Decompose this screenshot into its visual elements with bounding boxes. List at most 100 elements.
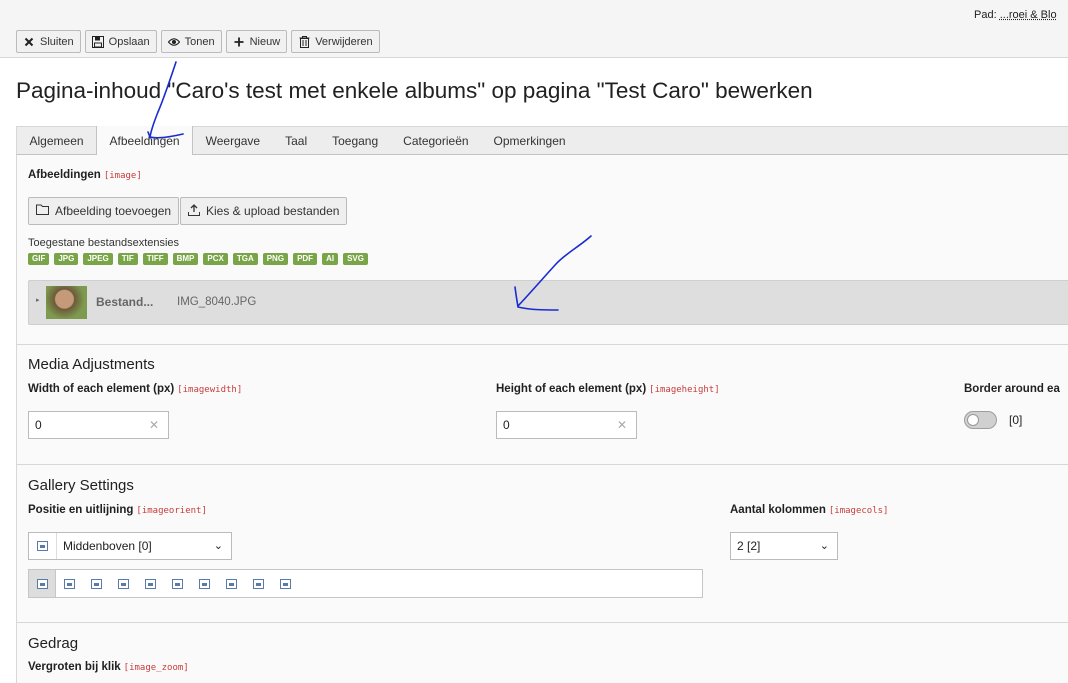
border-toggle-value: [0] xyxy=(1009,413,1023,427)
extension-badge: GIF xyxy=(28,253,50,265)
extension-badge: AI xyxy=(322,253,339,265)
tab-afbeeldingen[interactable]: Afbeeldingen xyxy=(96,126,194,155)
align-option-icon[interactable] xyxy=(164,570,191,597)
position-selected: Middenboven [0] xyxy=(63,539,152,553)
chevron-down-icon: ⌄ xyxy=(213,540,223,552)
tab-toegang[interactable]: Toegang xyxy=(320,127,391,155)
expand-caret-icon[interactable]: ▸ xyxy=(36,296,40,304)
media-adjustments-title: Media Adjustments xyxy=(28,356,155,373)
delete-button[interactable]: Verwijderen xyxy=(291,30,380,53)
folder-icon xyxy=(36,204,49,218)
border-label: Border around ea xyxy=(964,383,1060,395)
new-button-label: Nieuw xyxy=(249,35,281,48)
align-preview-icon xyxy=(29,533,57,559)
extension-badge: TGA xyxy=(232,253,258,265)
extension-badge: BMP xyxy=(172,253,199,265)
tab-bar: Algemeen Afbeeldingen Weergave Taal Toeg… xyxy=(16,126,1068,155)
file-name: IMG_8040.JPG xyxy=(177,296,257,308)
docheader: Pad: ...roei & Blo Sluiten Opslaan Tonen xyxy=(0,0,1068,58)
align-option-icon[interactable] xyxy=(272,570,299,597)
new-button[interactable]: Nieuw xyxy=(225,30,288,53)
images-label: Afbeeldingen xyxy=(28,169,101,181)
clear-icon[interactable]: ✕ xyxy=(617,418,627,432)
columns-field-label: Aantal kolommen [imagecols] xyxy=(730,504,888,516)
save-button[interactable]: Opslaan xyxy=(84,30,157,53)
extension-badge: PCX xyxy=(203,253,228,265)
height-code: [imageheight] xyxy=(649,385,720,395)
trash-icon xyxy=(298,35,310,48)
allowed-extensions-label: Toegestane bestandsextensies xyxy=(28,237,180,249)
align-option-icon[interactable] xyxy=(29,570,56,597)
path-label: Pad: xyxy=(974,9,997,21)
zoom-label: Vergroten bij klik xyxy=(28,661,121,673)
close-button[interactable]: Sluiten xyxy=(16,30,81,53)
view-button[interactable]: Tonen xyxy=(160,30,222,53)
width-input[interactable]: 0 ✕ xyxy=(28,411,169,439)
align-option-icon[interactable] xyxy=(191,570,218,597)
path-link[interactable]: ...roei & Blo xyxy=(1000,9,1057,21)
width-value: 0 xyxy=(35,418,42,432)
plus-icon xyxy=(233,36,245,48)
clear-icon[interactable]: ✕ xyxy=(149,418,159,432)
extension-badge: JPEG xyxy=(83,253,113,265)
position-label: Positie en uitlijning xyxy=(28,504,134,516)
breadcrumb: Pad: ...roei & Blo xyxy=(974,9,1057,21)
eye-icon xyxy=(167,36,180,48)
tab-categorieen[interactable]: Categorieën xyxy=(391,127,481,155)
add-image-label: Afbeelding toevoegen xyxy=(55,204,172,218)
upload-files-label: Kies & upload bestanden xyxy=(206,204,340,218)
columns-label: Aantal kolommen xyxy=(730,504,826,516)
columns-select[interactable]: 2 [2] ⌄ xyxy=(730,532,838,560)
page-title: Pagina-inhoud "Caro's test met enkele al… xyxy=(16,78,813,103)
align-option-icon[interactable] xyxy=(110,570,137,597)
align-option-icon[interactable] xyxy=(56,570,83,597)
zoom-code: [image_zoom] xyxy=(123,663,189,673)
behaviour-title: Gedrag xyxy=(28,635,79,652)
image-thumbnail xyxy=(46,286,87,319)
position-select[interactable]: Middenboven [0] ⌄ xyxy=(28,532,232,560)
chevron-down-icon: ⌄ xyxy=(819,540,829,552)
extension-badge: JPG xyxy=(54,253,79,265)
divider xyxy=(17,622,1068,623)
upload-files-button[interactable]: Kies & upload bestanden xyxy=(180,197,348,225)
extension-badge: PDF xyxy=(293,253,318,265)
height-field-label: Height of each element (px) [imageheight] xyxy=(496,383,720,395)
columns-code: [imagecols] xyxy=(828,506,889,516)
tab-panel: Afbeeldingen [image] Afbeelding toevoegen… xyxy=(16,155,1068,683)
width-field-label: Width of each element (px) [imagewidth] xyxy=(28,383,242,395)
extension-badges: GIF JPG JPEG TIF TIFF BMP PCX TGA PNG PD… xyxy=(28,253,368,265)
height-label: Height of each element (px) xyxy=(496,383,647,395)
tab-algemeen[interactable]: Algemeen xyxy=(17,127,96,155)
columns-selected: 2 [2] xyxy=(737,539,761,553)
position-field-label: Positie en uitlijning [imageorient] xyxy=(28,504,207,516)
align-option-icon[interactable] xyxy=(83,570,110,597)
divider xyxy=(17,464,1068,465)
save-button-label: Opslaan xyxy=(108,35,150,48)
height-value: 0 xyxy=(503,418,510,432)
file-title: Bestand... xyxy=(96,295,154,309)
close-icon xyxy=(23,36,35,48)
tab-opmerkingen[interactable]: Opmerkingen xyxy=(481,127,578,155)
view-button-label: Tonen xyxy=(184,35,215,48)
extension-badge: TIFF xyxy=(142,253,168,265)
divider xyxy=(17,344,1068,345)
toggle-knob xyxy=(967,414,979,426)
align-option-icon[interactable] xyxy=(137,570,164,597)
upload-icon xyxy=(188,203,200,219)
images-code: [image] xyxy=(103,171,142,181)
zoom-field-label: Vergroten bij klik [image_zoom] xyxy=(28,661,189,673)
file-reference-row[interactable]: ▸ Bestand... IMG_8040.JPG xyxy=(28,280,1068,325)
align-option-icon[interactable] xyxy=(218,570,245,597)
tab-taal[interactable]: Taal xyxy=(273,127,320,155)
position-code: [imageorient] xyxy=(136,506,207,516)
border-toggle[interactable] xyxy=(964,411,997,429)
add-image-button[interactable]: Afbeelding toevoegen xyxy=(28,197,180,225)
tab-weergave[interactable]: Weergave xyxy=(193,127,272,155)
toolbar: Sluiten Opslaan Tonen Nieuw Verwijderen xyxy=(16,30,380,53)
alignment-options xyxy=(28,569,703,598)
height-input[interactable]: 0 ✕ xyxy=(496,411,637,439)
width-label: Width of each element (px) xyxy=(28,383,175,395)
align-option-icon[interactable] xyxy=(245,570,272,597)
extension-badge: PNG xyxy=(262,253,289,265)
delete-button-label: Verwijderen xyxy=(315,35,373,48)
